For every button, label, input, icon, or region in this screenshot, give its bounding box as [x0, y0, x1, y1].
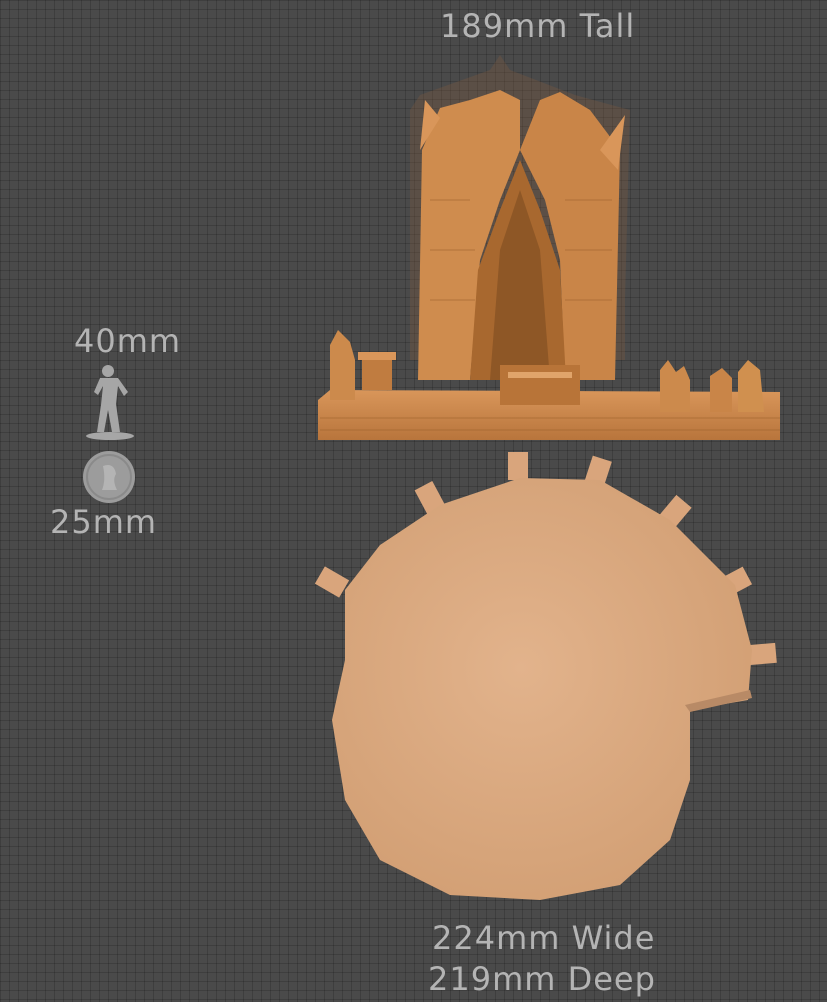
tower-front-view [318, 55, 780, 440]
base-coin [83, 451, 135, 503]
miniature-figure [86, 365, 134, 440]
scene [83, 55, 780, 900]
tower-top-view[interactable] [314, 452, 777, 900]
